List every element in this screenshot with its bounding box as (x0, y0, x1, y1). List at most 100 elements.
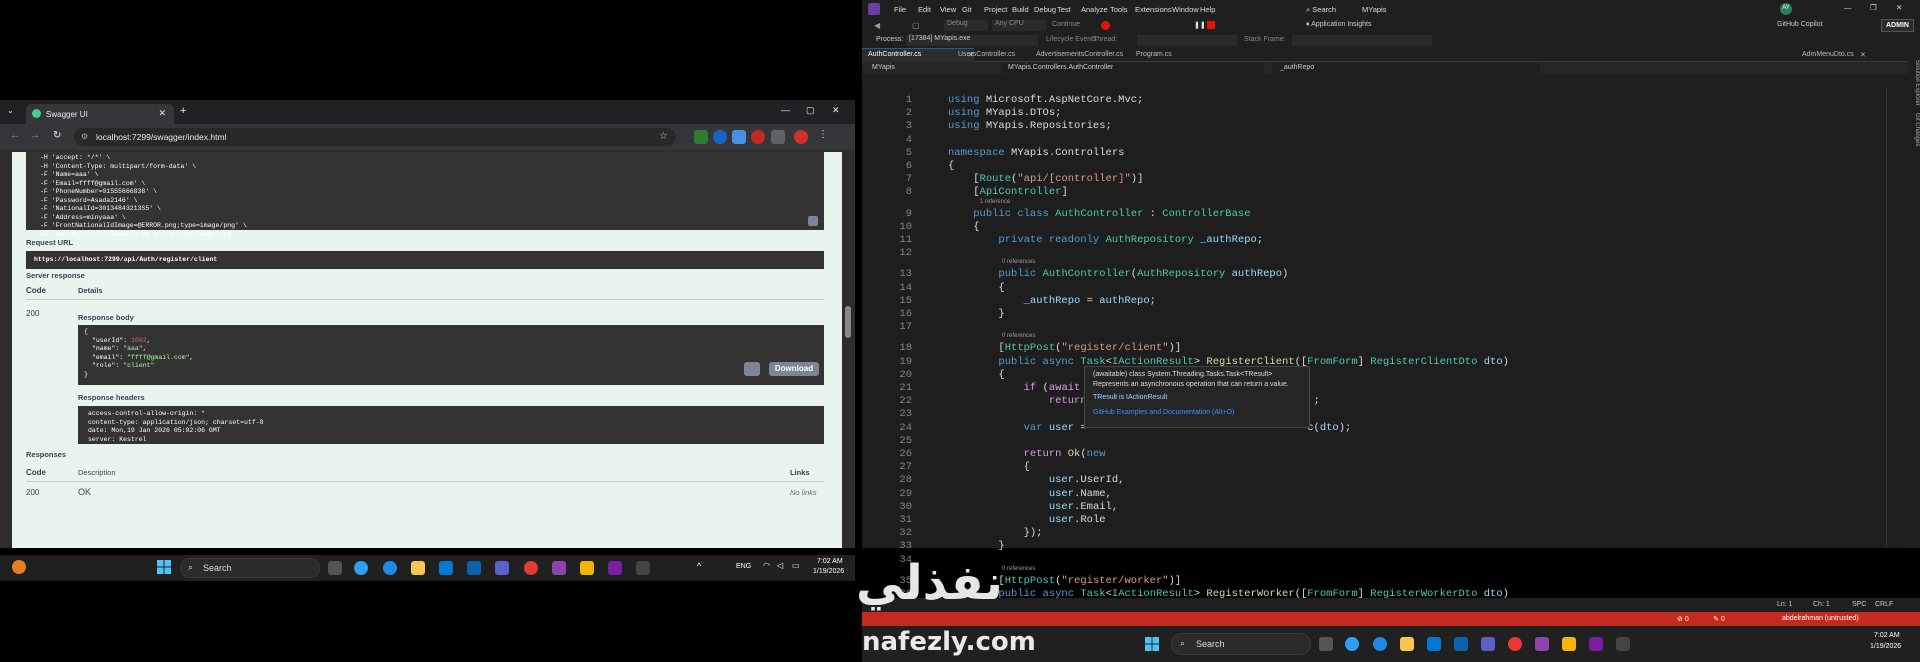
close-tab-icon[interactable]: ✕ (1860, 51, 1866, 59)
scrollbar-thumb[interactable] (845, 306, 851, 338)
close-window-icon[interactable]: ✕ (832, 105, 840, 116)
code-line[interactable]: { (948, 282, 1004, 294)
weather-icon[interactable] (12, 560, 26, 574)
pause-icon[interactable]: ❚❚ (1194, 21, 1206, 29)
spacing-indicator[interactable]: SPC (1852, 601, 1866, 608)
nav-member[interactable]: _authRepo (1280, 64, 1314, 71)
teams-icon[interactable] (495, 561, 509, 575)
close-window-icon[interactable]: ✕ (1896, 3, 1902, 12)
code-line[interactable]: user.Email, (948, 501, 1118, 513)
code-line[interactable]: [ApiController] (948, 186, 1068, 198)
browser-menu-icon[interactable]: ⋮ (818, 129, 828, 140)
nav-project[interactable]: MYapis (872, 64, 895, 71)
stack-frame-dropdown[interactable] (1292, 35, 1432, 46)
app-icon[interactable] (1589, 637, 1603, 651)
code-line[interactable]: _authRepo = authRepo; (948, 295, 1156, 307)
code-lens-references[interactable]: 1 reference (980, 199, 1010, 205)
git-changes-tab[interactable]: Git Changes (1914, 113, 1920, 146)
code-lens-references[interactable]: 0 references (1002, 566, 1035, 572)
menu-item[interactable]: Window (1172, 5, 1199, 14)
wifi-icon[interactable]: ◠ (763, 561, 770, 570)
document-tab[interactable]: Program.cs (1136, 51, 1172, 58)
menu-item[interactable]: Help (1200, 5, 1215, 14)
visual-studio-icon[interactable] (552, 561, 566, 575)
code-line[interactable]: using MYapis.DTOs; (948, 107, 1061, 119)
user-avatar[interactable]: AY (1780, 3, 1792, 15)
tray-chevron-icon[interactable]: ^ (697, 561, 701, 571)
git-user[interactable]: abdelrahman (untrusted) (1782, 615, 1859, 622)
code-line[interactable]: { (948, 221, 979, 233)
code-line[interactable]: public class AuthController : Controller… (948, 208, 1250, 220)
extensions-puzzle-icon[interactable] (771, 130, 785, 144)
store-icon[interactable] (1427, 637, 1441, 651)
task-view-icon[interactable] (1319, 637, 1333, 651)
new-tab-icon[interactable]: + (180, 105, 186, 117)
code-line[interactable]: if (await (948, 382, 1081, 394)
store-icon[interactable] (439, 561, 453, 575)
app-icon[interactable] (580, 561, 594, 575)
continue-button[interactable]: Continue (1052, 21, 1080, 28)
menu-item[interactable]: File (894, 5, 906, 14)
extension-globe-icon[interactable] (713, 130, 727, 144)
volume-icon[interactable]: ◁ (777, 561, 783, 570)
code-line[interactable]: user.Role (948, 514, 1106, 526)
minimize-icon[interactable]: — (781, 105, 790, 115)
errors-count[interactable]: ⊘ 0 (1677, 615, 1689, 623)
battery-icon[interactable]: ▭ (792, 561, 800, 570)
copilot-button[interactable]: GitHub Copilot (1777, 21, 1823, 28)
app-icon[interactable] (608, 561, 622, 575)
document-tab[interactable]: UsersController.cs (958, 51, 1015, 58)
code-line[interactable]: [Route("api/[controller]")] (948, 173, 1143, 185)
code-line[interactable]: { (948, 461, 1030, 473)
taskbar-search[interactable]: ⌕ Search (180, 558, 320, 578)
copy-response-icon[interactable] (744, 362, 760, 376)
code-lens-references[interactable]: 0 references (1002, 333, 1035, 339)
extension-audio-icon[interactable] (732, 130, 746, 144)
clock-time[interactable]: 7:02 AM (817, 558, 843, 565)
url-field[interactable]: ⚙ localhost:7299/swagger/index.html ☆ (74, 128, 676, 146)
menu-item[interactable]: Test (1057, 5, 1071, 14)
extension-adblock-icon[interactable] (751, 130, 765, 144)
document-tab[interactable]: AuthController.cs (868, 51, 921, 58)
terminal-icon[interactable] (1616, 637, 1630, 651)
tooltip-link[interactable]: GitHub Examples and Documentation (Alt+O… (1093, 409, 1301, 416)
code-line[interactable]: } (948, 540, 1004, 552)
clock-time[interactable]: 7:02 AM (1874, 632, 1900, 639)
edge-icon[interactable] (383, 561, 397, 575)
chrome-icon[interactable] (524, 561, 538, 575)
document-tab[interactable]: AdvertisementsController.cs (1036, 51, 1123, 58)
app-icon[interactable] (1562, 637, 1576, 651)
warnings-count[interactable]: ✎ 0 (1713, 615, 1725, 623)
menu-item[interactable]: Extensions (1135, 5, 1172, 14)
browser-tab[interactable]: Swagger UI ✕ (26, 104, 174, 124)
tab-right[interactable]: AdmMenuDto.cs (1802, 51, 1854, 58)
code-line[interactable]: private readonly AuthRepository _authRep… (948, 234, 1263, 246)
thread-dropdown[interactable] (1137, 35, 1237, 46)
start-button[interactable] (1145, 637, 1159, 651)
lifecycle-events[interactable]: Lifecycle Events (1046, 36, 1097, 43)
code-line[interactable]: user.UserId, (948, 474, 1125, 486)
menu-item[interactable]: Git (962, 5, 972, 14)
chrome-icon[interactable] (1508, 637, 1522, 651)
new-file-icon[interactable]: ▢ (912, 21, 920, 30)
language-indicator[interactable]: ENG (736, 563, 751, 570)
admin-badge[interactable]: ADMIN (1881, 19, 1914, 32)
code-line[interactable]: using Microsoft.AspNetCore.Mvc; (948, 94, 1143, 106)
platform-dropdown[interactable]: Any CPU (992, 20, 1046, 31)
back-icon[interactable]: ← (10, 130, 20, 141)
menu-item[interactable]: Debug (1034, 5, 1056, 14)
tab-list-icon[interactable]: ⌄ (7, 106, 14, 115)
reload-icon[interactable]: ↻ (53, 130, 61, 141)
clock-date[interactable]: 1/19/2026 (813, 568, 844, 575)
restore-icon[interactable]: ❐ (1870, 3, 1877, 12)
task-view-icon[interactable] (328, 561, 342, 575)
forward-icon[interactable]: → (30, 130, 40, 141)
code-line[interactable]: { (948, 369, 1004, 381)
code-line[interactable]: [HttpPost("register/client")] (948, 342, 1181, 354)
process-dropdown[interactable]: [17384] MYapis.exe (906, 35, 1038, 46)
close-tab-icon[interactable]: ✕ (968, 51, 974, 59)
copilot-icon[interactable] (1345, 637, 1359, 651)
copilot-icon[interactable] (354, 561, 368, 575)
code-line[interactable]: public AuthController(AuthRepository aut… (948, 268, 1288, 280)
close-tab-icon[interactable]: ✕ (158, 108, 166, 119)
